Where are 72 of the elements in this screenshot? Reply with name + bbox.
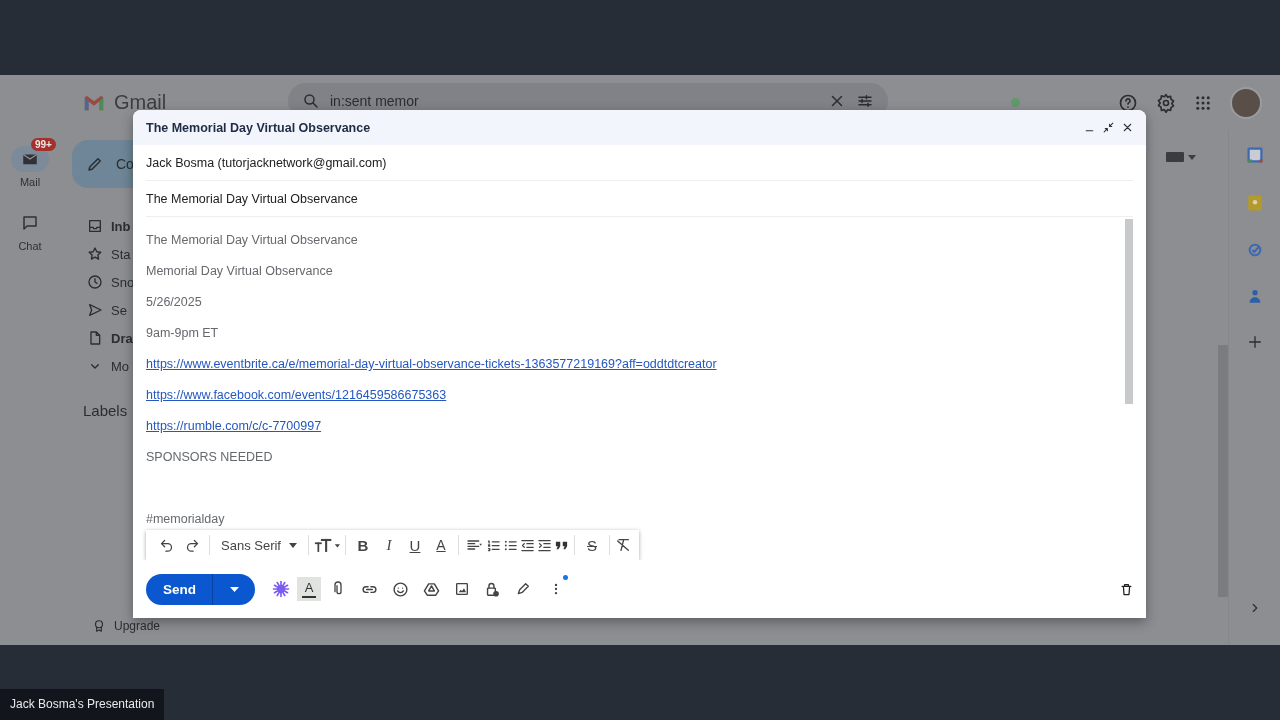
align-left-icon[interactable] xyxy=(464,537,484,553)
clear-formatting-icon[interactable] xyxy=(615,537,631,553)
nav-item[interactable]: Inb xyxy=(60,212,133,240)
nav-item[interactable]: Sno xyxy=(60,268,133,296)
trash-icon[interactable] xyxy=(1119,581,1134,597)
nav-item[interactable]: Se xyxy=(60,296,133,324)
underline-button[interactable]: U xyxy=(403,532,427,558)
upgrade-link[interactable]: Upgrade xyxy=(114,619,161,633)
indent-more-icon[interactable] xyxy=(537,537,552,553)
body-text: 5/26/2025 xyxy=(146,295,203,310)
star-icon xyxy=(87,246,103,262)
body-text: Memorial Day Virtual Observance xyxy=(146,264,334,279)
subject-field[interactable]: The Memorial Day Virtual Observance xyxy=(146,191,358,206)
close-icon[interactable] xyxy=(1121,121,1134,134)
nav-item[interactable]: Dra xyxy=(60,324,133,352)
body-link[interactable]: https://www.facebook.com/events/1216459586675363 xyxy=(146,388,447,402)
caret-icon xyxy=(230,586,239,592)
pen-icon[interactable] xyxy=(515,581,531,597)
lock-clock-icon[interactable] xyxy=(484,580,501,598)
body-link[interactable]: https://rumble.com/c/c-7700997 xyxy=(146,419,322,433)
body-text: 9am-9pm ET xyxy=(146,326,220,341)
search-icon xyxy=(302,92,320,110)
bold-button[interactable]: B xyxy=(351,532,375,558)
keyboard-icon[interactable] xyxy=(1166,150,1196,164)
dialog-title: The Memorial Day Virtual Observance xyxy=(146,120,372,135)
indent-less-icon[interactable] xyxy=(520,537,535,553)
from-field[interactable]: Jack Bosma (tutorjacknetwork@gmail.com) xyxy=(146,155,387,170)
rail-item[interactable]: Mail 99+ xyxy=(3,138,57,192)
labels-heading: Labels xyxy=(83,402,129,419)
nav-item[interactable]: Sta xyxy=(60,240,133,268)
send-icon xyxy=(87,302,103,318)
caret-icon xyxy=(289,542,297,548)
clock-icon xyxy=(87,274,103,290)
pencil-icon xyxy=(86,155,104,173)
numbered-list-icon[interactable] xyxy=(486,537,501,553)
app-logo: Gmail xyxy=(114,91,167,114)
unread-badge: 99+ xyxy=(31,138,56,151)
body-text: #memorialday xyxy=(146,512,226,527)
filter-sliders-icon[interactable] xyxy=(856,92,874,110)
checkmark-circle-icon[interactable] xyxy=(1246,242,1263,258)
sparkle-burst-icon[interactable] xyxy=(271,579,291,599)
redo-icon[interactable] xyxy=(184,537,200,553)
image-icon[interactable] xyxy=(454,581,470,597)
exit-fullscreen-icon[interactable] xyxy=(1102,121,1115,134)
text-size-icon[interactable] xyxy=(314,536,340,554)
file-icon xyxy=(87,330,103,346)
nav-item[interactable]: Mo xyxy=(60,352,133,380)
italic-button[interactable]: I xyxy=(377,532,401,558)
apps-grid-icon[interactable] xyxy=(1194,93,1212,112)
presenter-label: Jack Bosma's Presentation xyxy=(0,689,165,720)
notification-dot xyxy=(563,575,568,580)
text-color-button[interactable]: A xyxy=(429,532,453,558)
undo-icon[interactable] xyxy=(158,537,174,553)
body-text: The Memorial Day Virtual Observance xyxy=(146,233,359,248)
settings-icon[interactable] xyxy=(1156,92,1176,113)
triangle-icon[interactable] xyxy=(423,580,440,598)
emoji-icon[interactable] xyxy=(392,580,409,598)
avatar[interactable] xyxy=(1230,86,1262,119)
font-dropdown[interactable]: Sans Serif xyxy=(215,537,303,553)
help-icon[interactable] xyxy=(1118,92,1138,113)
scrollbar-thumb[interactable] xyxy=(1125,219,1133,404)
inbox-icon xyxy=(87,218,103,234)
badge-ribbon-icon xyxy=(92,619,106,633)
strikethrough-button[interactable]: S xyxy=(580,532,604,558)
plus-icon[interactable] xyxy=(1246,334,1263,350)
body-text: SPONSORS NEEDED xyxy=(146,450,274,465)
mail-icon xyxy=(11,146,49,172)
calendar-icon[interactable] xyxy=(1245,146,1264,164)
status-dot xyxy=(1011,98,1020,107)
rail-item[interactable]: Chat xyxy=(3,202,57,256)
body-link[interactable]: https://www.eventbrite.ca/e/memorial-day-virtual-observance-tickets-1363577219169?aff=oddtdtcreator xyxy=(146,357,717,371)
formatting-toggle[interactable]: A xyxy=(297,577,321,601)
